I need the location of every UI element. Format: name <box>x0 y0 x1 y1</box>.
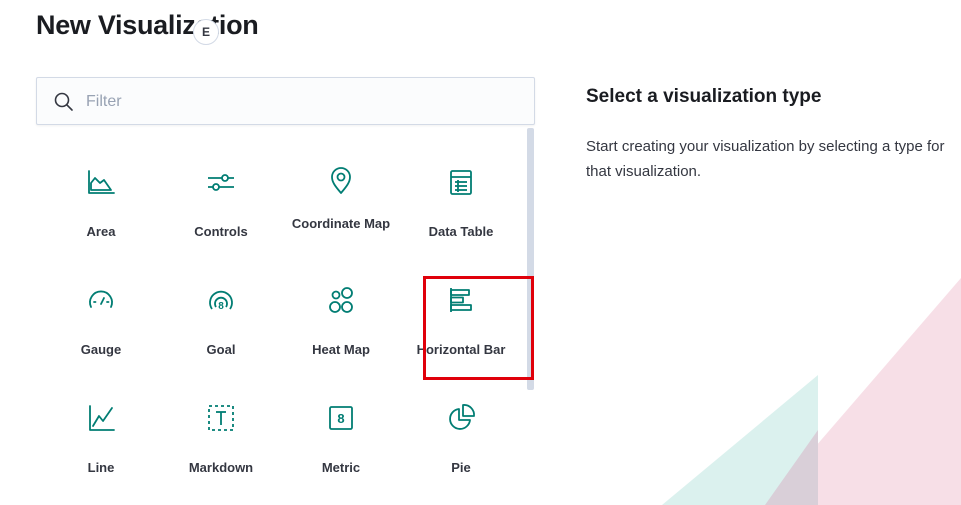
type-label: Markdown <box>188 460 254 475</box>
markdown-icon <box>208 405 234 431</box>
type-label: Area <box>86 224 116 239</box>
type-goal[interactable]: 8 Goal <box>161 268 281 386</box>
type-data-table[interactable]: Data Table <box>401 150 521 268</box>
highlight-box <box>423 276 534 380</box>
side-panel-description: Start creating your visualization by sel… <box>586 138 945 180</box>
svg-text:8: 8 <box>218 301 224 312</box>
goal-icon: 8 <box>209 290 233 312</box>
experimental-badge: E <box>193 19 219 45</box>
type-label: Data Table <box>428 224 494 239</box>
type-label: Metric <box>321 460 361 475</box>
type-label: Pie <box>451 460 471 475</box>
metric-glyph: 8 <box>337 411 344 426</box>
type-gauge[interactable]: Gauge <box>41 268 161 386</box>
table-icon <box>450 170 472 195</box>
type-area[interactable]: Area <box>41 150 161 268</box>
type-pie[interactable]: Pie <box>401 386 521 504</box>
type-label: Controls <box>194 224 248 239</box>
search-input[interactable] <box>84 86 518 118</box>
heatmap-icon <box>329 287 353 313</box>
search-icon <box>54 92 73 111</box>
type-line[interactable]: Line <box>41 386 161 504</box>
type-label: Line <box>87 460 115 475</box>
type-metric[interactable]: 8 Metric <box>281 386 401 504</box>
controls-icon <box>208 174 234 191</box>
gauge-icon <box>89 290 113 308</box>
map-pin-icon <box>331 167 351 194</box>
type-label: Coordinate Map <box>291 216 391 231</box>
metric-icon: 8 <box>329 406 353 430</box>
line-chart-icon <box>89 405 115 431</box>
type-label: Gauge <box>80 342 122 357</box>
area-chart-icon <box>88 170 115 194</box>
type-markdown[interactable]: Markdown <box>161 386 281 504</box>
page-title: New Visualization <box>36 10 259 40</box>
side-panel-title: Select a visualization type <box>586 86 822 107</box>
type-label: Heat Map <box>312 342 370 357</box>
type-label: Goal <box>206 342 236 357</box>
search-box[interactable] <box>36 77 535 125</box>
pie-chart-icon <box>449 404 475 430</box>
type-coordinate-map[interactable]: Coordinate Map <box>281 150 401 268</box>
type-controls[interactable]: Controls <box>161 150 281 268</box>
type-heat-map[interactable]: Heat Map <box>281 268 401 386</box>
